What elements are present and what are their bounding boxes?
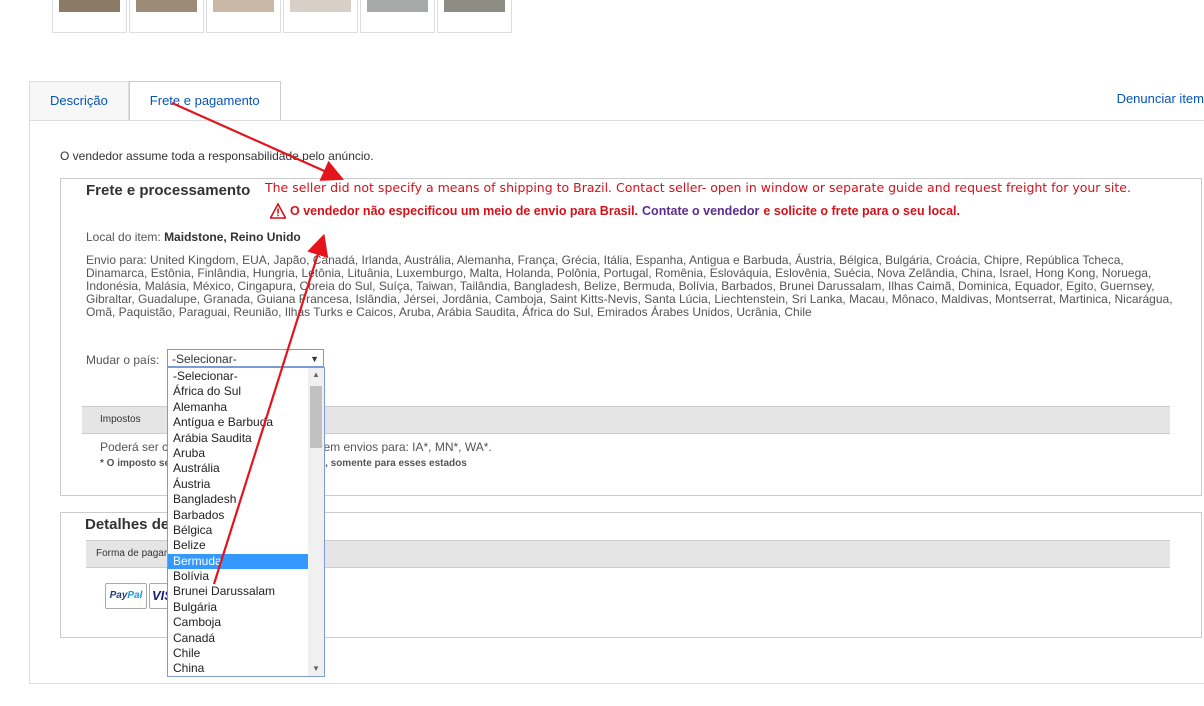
tab-bar: Descrição Frete e pagamento [29, 81, 281, 123]
ships-to-list: Envio para: United Kingdom, EUA, Japão, … [86, 253, 1173, 319]
dropdown-option[interactable]: Barbados [168, 508, 308, 523]
scroll-up-icon[interactable]: ▲ [308, 368, 324, 382]
dropdown-option[interactable]: China [168, 661, 308, 676]
scroll-thumb[interactable] [310, 386, 322, 448]
chevron-down-icon: ▼ [310, 354, 319, 364]
annotation-pt-part2: e solicite o frete para o seu local. [763, 204, 961, 218]
warning-icon [270, 203, 286, 219]
paypal-logo: PayPal [105, 583, 147, 609]
scroll-down-icon[interactable]: ▼ [308, 662, 324, 676]
annotation-portuguese: O vendedor não especificou um meio de en… [270, 203, 960, 219]
dropdown-scrollbar[interactable]: ▲ ▼ [308, 368, 324, 676]
dropdown-option[interactable]: África do Sul [168, 384, 308, 399]
dropdown-option[interactable]: Bélgica [168, 523, 308, 538]
thumbnail[interactable] [129, 0, 204, 33]
tab-description[interactable]: Descrição [29, 81, 129, 120]
country-select[interactable]: -Selecionar- ▼ [167, 349, 324, 367]
change-country-label: Mudar o país: [86, 353, 160, 367]
dropdown-option[interactable]: Belize [168, 538, 308, 553]
dropdown-option[interactable]: Chile [168, 646, 308, 661]
contact-seller-link[interactable]: Contate o vendedor [642, 204, 759, 218]
item-location-value: Maidstone, Reino Unido [164, 230, 301, 244]
dropdown-option[interactable]: Aruba [168, 446, 308, 461]
dropdown-option[interactable]: Bulgária [168, 600, 308, 615]
country-dropdown-list[interactable]: -Selecionar- África do Sul Alemanha Antígua… [167, 367, 325, 677]
shipping-heading: Frete e processamento [86, 182, 251, 199]
country-select-value: -Selecionar- [172, 352, 237, 366]
annotation-pt-part1: O vendedor não especificou um meio de en… [290, 204, 639, 218]
dropdown-option[interactable]: Antígua e Barbuda [168, 415, 308, 430]
dropdown-option[interactable]: Austrália [168, 461, 308, 476]
dropdown-option[interactable]: -Selecionar- [168, 369, 308, 384]
dropdown-option[interactable]: Brunei Darussalam [168, 584, 308, 599]
item-location-label: Local do item: [86, 230, 161, 244]
thumbnail-strip [52, 0, 514, 34]
taxes-bar-label: Impostos [100, 414, 141, 425]
dropdown-option[interactable]: Alemanha [168, 400, 308, 415]
dropdown-options: -Selecionar- África do Sul Alemanha Antígua… [168, 369, 308, 676]
responsibility-text: O vendedor assume toda a responsabilidad… [60, 149, 374, 163]
thumbnail[interactable] [206, 0, 281, 33]
thumbnail[interactable] [52, 0, 127, 33]
dropdown-option[interactable]: Arábia Saudita [168, 431, 308, 446]
annotation-english: The seller did not specify a means of sh… [265, 180, 1131, 195]
thumbnail[interactable] [283, 0, 358, 33]
dropdown-option[interactable]: Bolívia [168, 569, 308, 584]
dropdown-option[interactable]: Bermuda [168, 553, 308, 570]
dropdown-option[interactable]: Bangladesh [168, 492, 308, 507]
item-location: Local do item: Maidstone, Reino Unido [86, 230, 301, 244]
report-item-link[interactable]: Denunciar item [1117, 91, 1204, 106]
dropdown-option[interactable]: Áustria [168, 477, 308, 492]
thumbnail[interactable] [360, 0, 435, 33]
tab-shipping-payment[interactable]: Frete e pagamento [128, 81, 281, 123]
dropdown-option[interactable]: Camboja [168, 615, 308, 630]
thumbnail[interactable] [437, 0, 512, 33]
dropdown-option[interactable]: Canadá [168, 631, 308, 646]
